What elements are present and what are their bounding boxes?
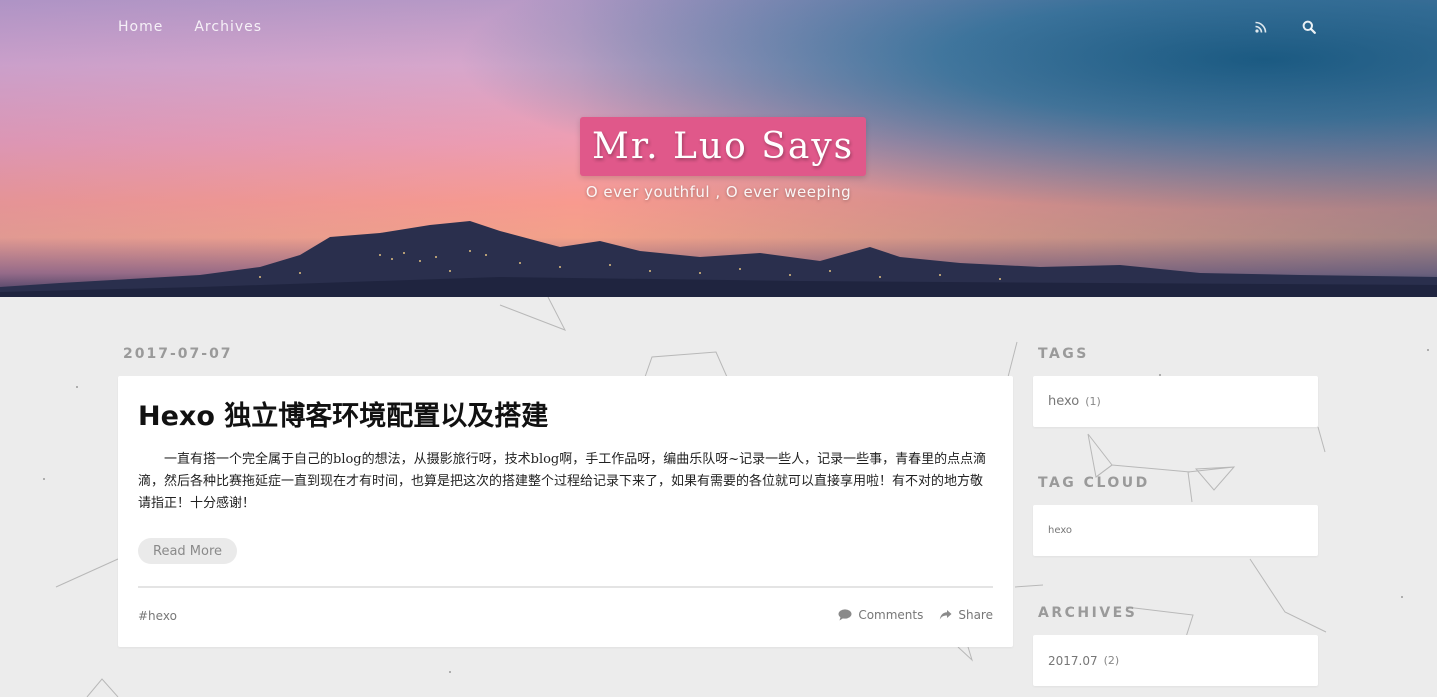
- archive-count: (2): [1103, 654, 1120, 667]
- share-button[interactable]: Share: [939, 608, 993, 622]
- share-icon: [940, 610, 952, 620]
- comments-button[interactable]: Comments: [838, 608, 923, 622]
- archives-widget: 2017.07 (2): [1033, 635, 1318, 686]
- post-actions: Comments Share: [838, 608, 993, 622]
- tags-heading: TAGS: [1038, 346, 1089, 362]
- tags-widget: hexo (1): [1033, 376, 1318, 427]
- read-more-button[interactable]: Read More: [138, 538, 238, 564]
- archives-heading: ARCHIVES: [1038, 605, 1138, 621]
- post-divider: [138, 586, 993, 588]
- site-title-badge[interactable]: Mr. Luo Says: [580, 117, 867, 176]
- post-tag-link[interactable]: #hexo: [138, 609, 177, 623]
- tag-count: (1): [1085, 395, 1101, 408]
- post-date: 2017-07-07: [123, 346, 233, 362]
- mountain-silhouette: [0, 221, 1437, 297]
- rss-icon[interactable]: [1253, 19, 1269, 35]
- post-title[interactable]: Hexo 独立博客环境配置以及搭建: [138, 394, 548, 433]
- top-navigation: Home Archives: [118, 19, 262, 35]
- nav-home-link[interactable]: Home: [118, 19, 163, 35]
- tag-cloud-link-hexo[interactable]: hexo: [1048, 525, 1072, 536]
- archive-link-2017-07[interactable]: 2017.07: [1048, 654, 1098, 668]
- comment-icon: [838, 609, 852, 621]
- share-label: Share: [958, 608, 993, 622]
- tag-link-hexo[interactable]: hexo: [1048, 394, 1079, 409]
- search-icon[interactable]: [1301, 19, 1317, 35]
- site-tagline: O ever youthful , O ever weeping: [585, 183, 852, 201]
- top-icons: [1253, 19, 1317, 35]
- post-excerpt: 一直有搭一个完全属于自己的blog的想法，从摄影旅行呀，技术blog啊，手工作品…: [138, 452, 987, 511]
- header-banner: Home Archives Mr. Luo Says O ever youthf…: [0, 0, 1437, 297]
- post-card: Hexo 独立博客环境配置以及搭建 一直有搭一个完全属于自己的blog的想法，从…: [118, 376, 1013, 647]
- tag-cloud-heading: TAG CLOUD: [1038, 475, 1150, 491]
- nav-archives-link[interactable]: Archives: [194, 19, 262, 35]
- comments-label: Comments: [858, 608, 924, 622]
- site-title: Mr. Luo Says: [592, 126, 855, 167]
- tag-cloud-widget: hexo: [1033, 505, 1318, 556]
